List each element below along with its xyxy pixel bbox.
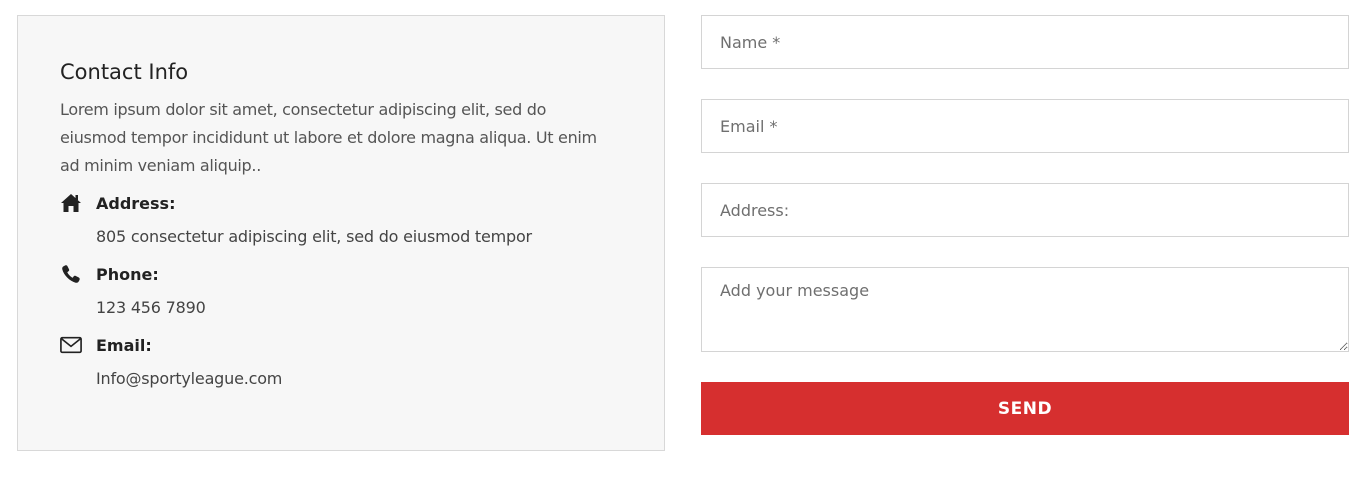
contact-form: SEND [701, 15, 1349, 435]
address-value: 805 consectetur adipiscing elit, sed do … [96, 227, 532, 246]
envelope-icon [60, 334, 82, 356]
name-input[interactable] [701, 15, 1349, 69]
address-label: Address: [96, 193, 176, 213]
phone-icon [60, 263, 82, 285]
email-input[interactable] [701, 99, 1349, 153]
address-block: Address: 805 consectetur adipiscing elit… [60, 190, 622, 250]
email-label: Email: [96, 335, 152, 355]
contact-info-title: Contact Info [60, 60, 189, 84]
email-value: Info@sportyleague.com [96, 369, 283, 388]
contact-info-description: Lorem ipsum dolor sit amet, consectetur … [60, 100, 597, 175]
email-block: Email: Info@sportyleague.com [60, 332, 622, 392]
contact-section: Contact Info Lorem ipsum dolor sit amet,… [0, 0, 1366, 491]
address-input[interactable] [701, 183, 1349, 237]
phone-value: 123 456 7890 [96, 298, 206, 317]
phone-label: Phone: [96, 264, 159, 284]
phone-block: Phone: 123 456 7890 [60, 261, 622, 321]
message-textarea[interactable] [701, 267, 1349, 352]
home-icon [60, 192, 82, 214]
contact-info-card: Contact Info Lorem ipsum dolor sit amet,… [17, 15, 665, 451]
send-button[interactable]: SEND [701, 382, 1349, 435]
